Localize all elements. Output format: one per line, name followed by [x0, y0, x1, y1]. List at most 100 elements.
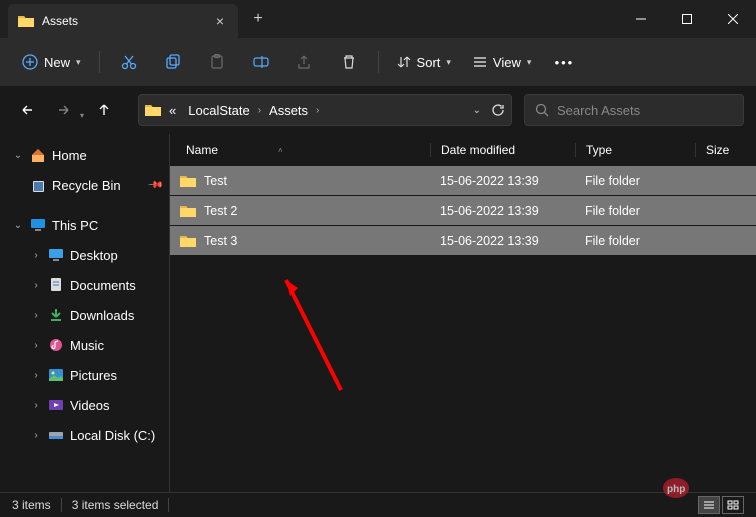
sidebar-item-thispc[interactable]: ⌄ This PC [0, 210, 169, 240]
chevron-down-icon[interactable]: ▾ [80, 111, 84, 120]
divider [99, 51, 100, 73]
sidebar-label: This PC [52, 218, 98, 233]
folder-icon [180, 234, 196, 248]
sidebar-label: Recycle Bin [52, 178, 121, 193]
watermark: php [662, 477, 732, 499]
sidebar-item-home[interactable]: ⌄ Home [0, 140, 169, 170]
view-icon [473, 55, 487, 69]
close-button[interactable] [710, 0, 756, 38]
delete-button[interactable] [330, 46, 368, 78]
chevron-right-icon[interactable]: › [30, 250, 42, 261]
sidebar-item-downloads[interactable]: › Downloads [0, 300, 169, 330]
close-icon[interactable]: × [212, 13, 228, 29]
sidebar-label: Pictures [70, 368, 117, 383]
sidebar-item-pictures[interactable]: › Pictures [0, 360, 169, 390]
table-row[interactable]: Test 3 15-06-2022 13:39 File folder [170, 226, 756, 256]
pictures-icon [48, 367, 64, 383]
sort-button[interactable]: Sort ▾ [389, 46, 459, 78]
view-label: View [493, 55, 521, 70]
sidebar-item-recycle[interactable]: Recycle Bin 📌 [0, 170, 169, 200]
sidebar-label: Videos [70, 398, 110, 413]
trash-icon [341, 54, 357, 70]
tab-assets[interactable]: Assets × [8, 4, 238, 38]
file-name: Test [204, 174, 227, 188]
chevron-right-icon[interactable]: › [30, 340, 42, 351]
table-row[interactable]: Test 15-06-2022 13:39 File folder [170, 166, 756, 196]
sidebar-label: Music [70, 338, 104, 353]
sidebar-item-music[interactable]: › Music [0, 330, 169, 360]
svg-text:php: php [667, 484, 685, 495]
sidebar-label: Home [52, 148, 87, 163]
file-date: 15-06-2022 13:39 [430, 174, 575, 188]
chevron-down-icon: ▾ [527, 57, 532, 68]
chevron-down-icon: ▾ [76, 57, 81, 68]
rename-button[interactable] [242, 46, 280, 78]
navbar: ▾ « LocalState › Assets › ⌄ Search Asset… [0, 86, 756, 134]
status-items: 3 items [12, 498, 51, 512]
sidebar: ⌄ Home Recycle Bin 📌 ⌄ This PC › Desktop… [0, 134, 170, 492]
divider [61, 498, 62, 512]
column-type[interactable]: Type [575, 143, 695, 157]
chevron-right-icon[interactable]: › [30, 370, 42, 381]
sidebar-item-documents[interactable]: › Documents [0, 270, 169, 300]
cut-button[interactable] [110, 46, 148, 78]
sidebar-item-videos[interactable]: › Videos [0, 390, 169, 420]
downloads-icon [48, 307, 64, 323]
file-type: File folder [575, 234, 695, 248]
rename-icon [253, 54, 269, 70]
view-button[interactable]: View ▾ [465, 46, 539, 78]
sidebar-item-localdisk[interactable]: › Local Disk (C:) [0, 420, 169, 450]
address-bar[interactable]: « LocalState › Assets › ⌄ [138, 94, 512, 126]
forward-button[interactable] [48, 94, 80, 126]
crumb-assets[interactable]: Assets [265, 101, 312, 120]
tab-title: Assets [42, 14, 204, 28]
chevron-right-icon[interactable]: › [30, 400, 42, 411]
paste-button[interactable] [198, 46, 236, 78]
sidebar-item-desktop[interactable]: › Desktop [0, 240, 169, 270]
arrow-up-icon [96, 102, 112, 118]
statusbar: 3 items 3 items selected [0, 492, 756, 517]
titlebar: Assets × + [0, 0, 756, 38]
copy-icon [165, 54, 181, 70]
more-button[interactable]: ••• [545, 46, 583, 78]
details-view-icon [703, 500, 715, 510]
table-row[interactable]: Test 2 15-06-2022 13:39 File folder [170, 196, 756, 226]
copy-button[interactable] [154, 46, 192, 78]
new-button[interactable]: New ▾ [14, 46, 89, 78]
crumb-ellipsis[interactable]: « [165, 101, 180, 120]
minimize-button[interactable] [618, 0, 664, 38]
thumbs-view-icon [727, 500, 739, 510]
divider [378, 51, 379, 73]
pin-icon: 📌 [146, 177, 163, 194]
file-name: Test 2 [204, 204, 237, 218]
file-name: Test 3 [204, 234, 237, 248]
share-button[interactable] [286, 46, 324, 78]
status-selected: 3 items selected [72, 498, 159, 512]
documents-icon [48, 277, 64, 293]
column-size[interactable]: Size [695, 143, 756, 157]
refresh-icon[interactable] [491, 103, 505, 117]
chevron-down-icon[interactable]: ⌄ [473, 105, 481, 116]
chevron-right-icon[interactable]: › [30, 280, 42, 291]
music-icon [48, 337, 64, 353]
drive-icon [48, 427, 64, 443]
column-name[interactable]: Name˄ [170, 143, 430, 157]
folder-icon [145, 103, 161, 117]
folder-icon [180, 204, 196, 218]
up-button[interactable] [88, 94, 120, 126]
back-button[interactable] [12, 94, 44, 126]
chevron-right-icon[interactable]: › [30, 310, 42, 321]
chevron-right-icon[interactable]: › [30, 430, 42, 441]
maximize-button[interactable] [664, 0, 710, 38]
chevron-down-icon[interactable]: ⌄ [12, 150, 24, 161]
new-label: New [44, 55, 70, 70]
search-input[interactable]: Search Assets [524, 94, 744, 126]
file-date: 15-06-2022 13:39 [430, 234, 575, 248]
toolbar: New ▾ Sort ▾ View ▾ ••• [0, 38, 756, 86]
column-date[interactable]: Date modified [430, 143, 575, 157]
crumb-localstate[interactable]: LocalState [184, 101, 253, 120]
new-tab-button[interactable]: + [242, 3, 274, 35]
sort-label: Sort [417, 55, 441, 70]
chevron-down-icon[interactable]: ⌄ [12, 220, 24, 231]
sort-asc-icon: ˄ [278, 146, 283, 155]
